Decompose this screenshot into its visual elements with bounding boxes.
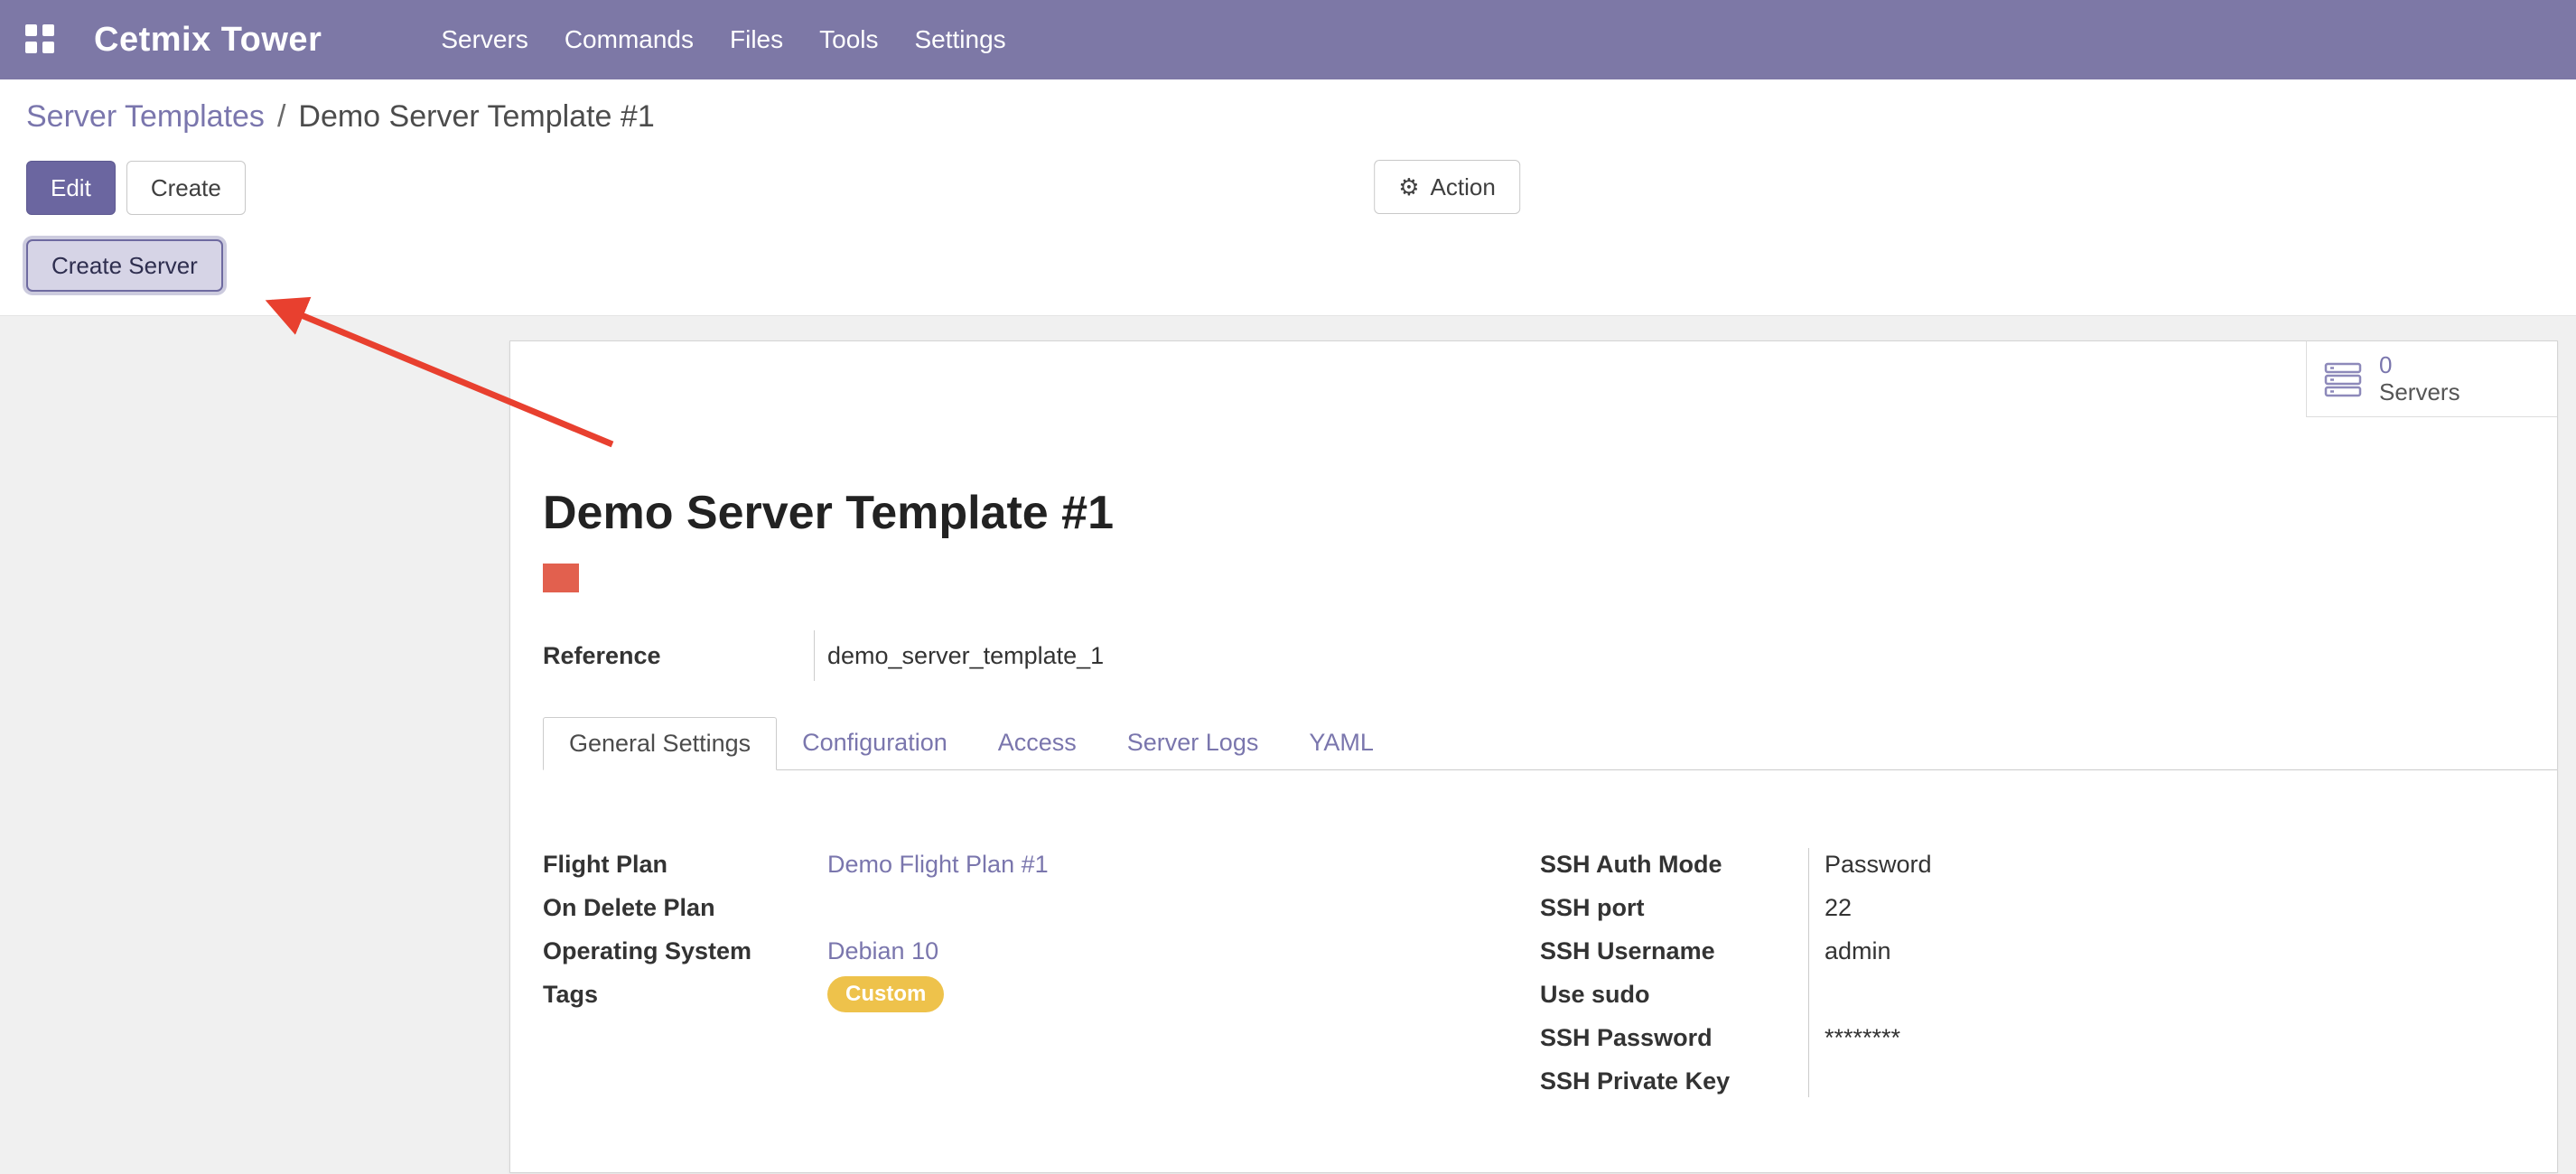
field-ssh-username: SSH Username admin (1540, 929, 2226, 973)
control-panel: Server Templates / Demo Server Template … (0, 79, 2576, 316)
sheet-body: Demo Server Template #1 Reference demo_s… (510, 486, 2557, 1103)
field-use-sudo: Use sudo (1540, 973, 2226, 1016)
tab-access[interactable]: Access (973, 716, 1102, 769)
ssh-password-value: ******** (1808, 1024, 1900, 1052)
breadcrumb-parent-link[interactable]: Server Templates (26, 99, 265, 135)
notebook-tabs: General Settings Configuration Access Se… (543, 717, 2557, 770)
tab-server-logs[interactable]: Server Logs (1102, 716, 1284, 769)
flight-plan-link[interactable]: Demo Flight Plan #1 (827, 851, 1049, 879)
tab-yaml[interactable]: YAML (1283, 716, 1399, 769)
menu-tools[interactable]: Tools (801, 0, 896, 79)
app-brand[interactable]: Cetmix Tower (94, 21, 322, 60)
operating-system-link[interactable]: Debian 10 (827, 937, 938, 965)
apps-grid-square (25, 42, 37, 53)
servers-stat-button[interactable]: 0 Servers (2306, 341, 2557, 417)
ssh-username-value: admin (1808, 937, 1891, 965)
field-label: SSH Private Key (1540, 1067, 1808, 1095)
column-divider (1808, 848, 1809, 1097)
action-button-label: Action (1431, 173, 1496, 201)
field-label: SSH Password (1540, 1024, 1808, 1052)
field-label: SSH Username (1540, 937, 1808, 965)
main-menu: Servers Commands Files Tools Settings (423, 0, 1023, 79)
field-label: SSH Auth Mode (1540, 851, 1808, 879)
field-ssh-port: SSH port 22 (1540, 886, 2226, 929)
server-stack-icon (2323, 359, 2363, 399)
record-title: Demo Server Template #1 (543, 486, 2525, 540)
field-flight-plan: Flight Plan Demo Flight Plan #1 (543, 843, 1540, 886)
reference-value: demo_server_template_1 (815, 642, 1104, 670)
menu-settings[interactable]: Settings (897, 0, 1024, 79)
reference-label: Reference (543, 642, 814, 670)
menu-servers[interactable]: Servers (423, 0, 546, 79)
field-label: Tags (543, 981, 827, 1009)
form-column-right: SSH Auth Mode Password SSH port 22 SSH U… (1540, 843, 2226, 1103)
servers-count: 0 (2379, 352, 2392, 379)
field-label: On Delete Plan (543, 894, 827, 922)
ssh-auth-mode-value: Password (1808, 851, 1932, 879)
tag-badge[interactable]: Custom (827, 976, 944, 1012)
servers-count-label: Servers (2379, 379, 2460, 406)
ssh-port-value: 22 (1808, 894, 1852, 922)
field-on-delete-plan: On Delete Plan (543, 886, 1540, 929)
apps-grid-square (25, 24, 37, 36)
tab-general-settings[interactable]: General Settings (543, 717, 777, 770)
top-navbar: Cetmix Tower Servers Commands Files Tool… (0, 0, 2576, 79)
status-row: Create Server (26, 239, 2550, 315)
field-label: Operating System (543, 937, 827, 965)
field-operating-system: Operating System Debian 10 (543, 929, 1540, 973)
field-ssh-auth-mode: SSH Auth Mode Password (1540, 843, 2226, 886)
action-button[interactable]: ⚙ Action (1374, 160, 1520, 214)
gear-icon: ⚙ (1398, 175, 1419, 199)
breadcrumb-current: Demo Server Template #1 (298, 99, 654, 135)
apps-grid-square (42, 42, 54, 53)
color-swatch[interactable] (543, 564, 579, 592)
tab-configuration[interactable]: Configuration (777, 716, 973, 769)
edit-button[interactable]: Edit (26, 161, 116, 215)
field-label: Use sudo (1540, 981, 1808, 1009)
field-ssh-private-key: SSH Private Key (1540, 1059, 2226, 1103)
button-box: 0 Servers (510, 341, 2557, 417)
create-server-button[interactable]: Create Server (26, 239, 223, 292)
field-ssh-password: SSH Password ******** (1540, 1016, 2226, 1059)
content-area: 0 Servers Demo Server Template #1 Refere… (0, 316, 2576, 1174)
apps-grid-icon[interactable] (25, 24, 56, 55)
form-fields: Flight Plan Demo Flight Plan #1 On Delet… (543, 843, 2525, 1103)
create-button[interactable]: Create (126, 161, 246, 215)
breadcrumb-separator: / (277, 99, 285, 135)
menu-files[interactable]: Files (712, 0, 801, 79)
menu-commands[interactable]: Commands (546, 0, 712, 79)
field-label: SSH port (1540, 894, 1808, 922)
field-label: Flight Plan (543, 851, 827, 879)
apps-grid-square (42, 24, 54, 36)
breadcrumb: Server Templates / Demo Server Template … (26, 99, 2550, 135)
reference-row: Reference demo_server_template_1 (543, 630, 2525, 681)
field-tags: Tags Custom (543, 973, 1540, 1016)
form-sheet: 0 Servers Demo Server Template #1 Refere… (509, 340, 2558, 1173)
form-column-left: Flight Plan Demo Flight Plan #1 On Delet… (543, 843, 1540, 1103)
control-panel-buttons: Edit Create ⚙ Action (26, 160, 2550, 216)
